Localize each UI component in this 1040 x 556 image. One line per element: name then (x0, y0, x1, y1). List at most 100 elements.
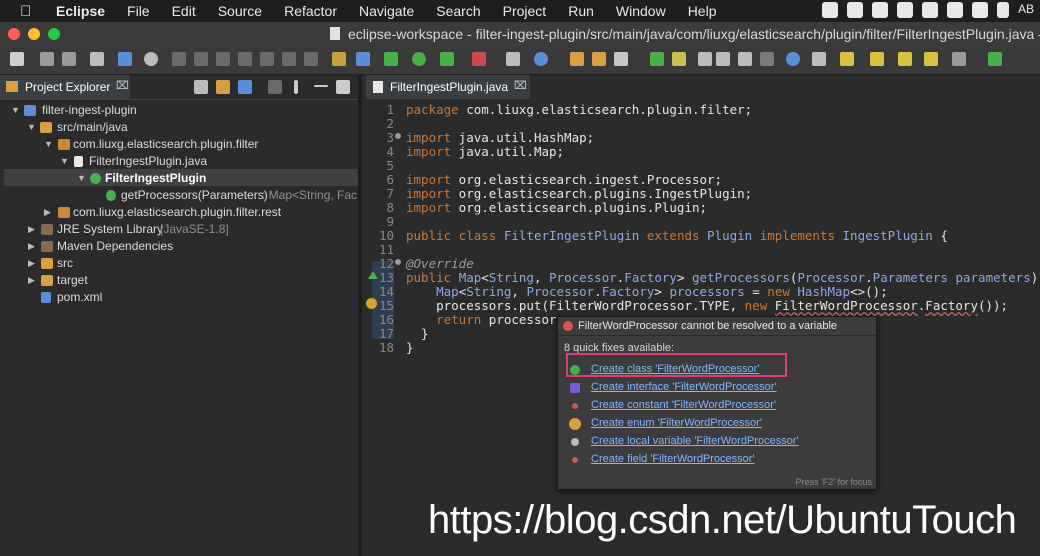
terminal-icon[interactable] (118, 52, 132, 66)
code-line[interactable]: return processors; (406, 312, 571, 327)
globe-icon[interactable] (786, 52, 800, 66)
fix-create-enum[interactable]: Create enum 'FilterWordProcessor' (591, 417, 762, 429)
code-line[interactable]: } (406, 340, 414, 355)
link-with-editor-icon[interactable] (216, 80, 230, 94)
code-line[interactable]: } (406, 326, 429, 341)
code-line[interactable]: import org.elasticsearch.plugins.Plugin; (406, 200, 707, 215)
code-line[interactable]: import org.elasticsearch.ingest.Processo… (406, 172, 722, 187)
code-line[interactable]: package com.liuxg.elasticsearch.plugin.f… (406, 102, 752, 117)
pilcrow-icon[interactable] (760, 52, 774, 66)
close-window-button[interactable] (8, 28, 20, 40)
fix-create-local-variable[interactable]: Create local variable 'FilterWordProcess… (591, 435, 799, 447)
fix-create-interface[interactable]: Create interface 'FilterWordProcessor' (591, 381, 777, 393)
next-annotation-icon[interactable] (812, 52, 826, 66)
menu-help[interactable]: Help (688, 3, 717, 19)
terminate-icon[interactable] (216, 52, 230, 66)
collapse-all-icon[interactable] (194, 80, 208, 94)
toggle-mark-occurrences-icon[interactable] (650, 52, 664, 66)
coverage-icon[interactable] (356, 52, 370, 66)
menu-app-name[interactable]: Eclipse (56, 3, 105, 19)
menu-file[interactable]: File (127, 3, 150, 19)
menu-window[interactable]: Window (616, 3, 666, 19)
perspective-icon[interactable] (988, 52, 1002, 66)
use-step-filters-icon[interactable] (332, 52, 346, 66)
code-line[interactable]: @Override (406, 256, 474, 271)
project-explorer-tab[interactable]: Project Explorer ⌧ (0, 75, 130, 99)
fold-toggle-icon[interactable] (395, 133, 401, 139)
new-package-icon[interactable] (534, 52, 548, 66)
code-line[interactable]: Map<String, Processor.Factory> processor… (406, 284, 888, 299)
save-all-icon[interactable] (62, 52, 76, 66)
code-line[interactable]: processors.put(FilterWordProcessor.TYPE,… (406, 298, 1008, 313)
flag-icon[interactable] (871, 2, 888, 18)
external-tools-icon[interactable] (440, 52, 454, 66)
input-source-icon[interactable] (996, 2, 1009, 18)
resume-icon[interactable] (172, 52, 186, 66)
tree-item-project[interactable]: ▼ filter-ingest-plugin (0, 102, 358, 119)
tree-item-pom[interactable]: pom.xml (0, 289, 358, 306)
fix-create-field[interactable]: Create field 'FilterWordProcessor' (591, 453, 755, 465)
minimize-window-button[interactable] (28, 28, 40, 40)
fix-create-constant[interactable]: Create constant 'FilterWordProcessor' (591, 399, 776, 411)
highlight-icon[interactable] (672, 52, 686, 66)
zoom-window-button[interactable] (48, 28, 60, 40)
editor-tab[interactable]: FilterIngestPlugin.java ⌧ (366, 75, 530, 99)
run-last-tool-icon[interactable] (472, 52, 486, 66)
tree-item-class[interactable]: ▼ FilterIngestPlugin (0, 170, 358, 187)
menu-refactor[interactable]: Refactor (284, 3, 337, 19)
skip-breakpoints-icon[interactable] (144, 52, 158, 66)
step-return-icon[interactable] (304, 52, 318, 66)
tree-item-method[interactable]: getProcessors(Parameters) : Map<String, … (0, 187, 358, 204)
tree-item-target[interactable]: ▶ target (0, 272, 358, 289)
code-line[interactable]: import org.elasticsearch.plugins.IngestP… (406, 186, 752, 201)
maximize-view-icon[interactable] (336, 80, 350, 94)
new-icon[interactable] (10, 52, 24, 66)
disconnect-icon[interactable] (238, 52, 252, 66)
last-edit-icon[interactable] (870, 52, 884, 66)
menu-project[interactable]: Project (503, 3, 547, 19)
menu-source[interactable]: Source (218, 3, 262, 19)
print-icon[interactable] (90, 52, 104, 66)
show-whitespace-icon[interactable] (738, 52, 752, 66)
menu-run[interactable]: Run (568, 3, 594, 19)
forward-icon[interactable] (952, 52, 966, 66)
suspend-icon[interactable] (194, 52, 208, 66)
code-line[interactable]: import java.util.Map; (406, 144, 564, 159)
box-icon[interactable] (921, 2, 938, 18)
step-into-icon[interactable] (260, 52, 274, 66)
tree-item-maven[interactable]: ▶ Maven Dependencies (0, 238, 358, 255)
debug-icon[interactable] (384, 52, 398, 66)
tree-item-jre[interactable]: ▶ JRE System Library [JavaSE-1.8] (0, 221, 358, 238)
tree-item-java-file[interactable]: ▼ FilterIngestPlugin.java (0, 153, 358, 170)
quick-fix-popup[interactable]: FilterWordProcessor cannot be resolved t… (557, 316, 877, 490)
wechat-icon[interactable] (846, 2, 863, 18)
run-icon[interactable] (412, 52, 426, 66)
close-tab-icon[interactable]: ⌧ (116, 79, 129, 92)
video-icon[interactable] (821, 2, 838, 18)
back-icon[interactable] (898, 52, 912, 66)
s-app-icon[interactable] (896, 2, 913, 18)
tree-item-src[interactable]: ▶ src (0, 255, 358, 272)
apple-menu-icon[interactable]:  (20, 3, 38, 20)
tree-item-src-main-java[interactable]: ▼ src/main/java (0, 119, 358, 136)
search-icon[interactable] (614, 52, 628, 66)
open-type-icon[interactable] (570, 52, 584, 66)
shield-icon[interactable] (971, 2, 988, 18)
new-java-project-icon[interactable] (506, 52, 520, 66)
glasses-icon[interactable] (946, 2, 963, 18)
tree-item-package-rest[interactable]: ▶ com.liuxg.elasticsearch.plugin.filter.… (0, 204, 358, 221)
filter-icon[interactable] (238, 80, 252, 94)
code-line[interactable]: public class FilterIngestPlugin extends … (406, 228, 948, 243)
menu-navigate[interactable]: Navigate (359, 3, 414, 19)
code-line[interactable]: import java.util.HashMap; (406, 130, 594, 145)
save-icon[interactable] (40, 52, 54, 66)
fold-toggle-icon[interactable] (395, 259, 401, 265)
view-menu-icon[interactable] (294, 80, 298, 94)
menu-edit[interactable]: Edit (172, 3, 196, 19)
tree-item-package-filter[interactable]: ▼ com.liuxg.elasticsearch.plugin.filter (0, 136, 358, 153)
minimize-view-icon[interactable] (314, 85, 328, 87)
previous-annotation-icon[interactable] (840, 52, 854, 66)
focus-icon[interactable] (268, 80, 282, 94)
menu-search[interactable]: Search (436, 3, 480, 19)
step-over-icon[interactable] (282, 52, 296, 66)
